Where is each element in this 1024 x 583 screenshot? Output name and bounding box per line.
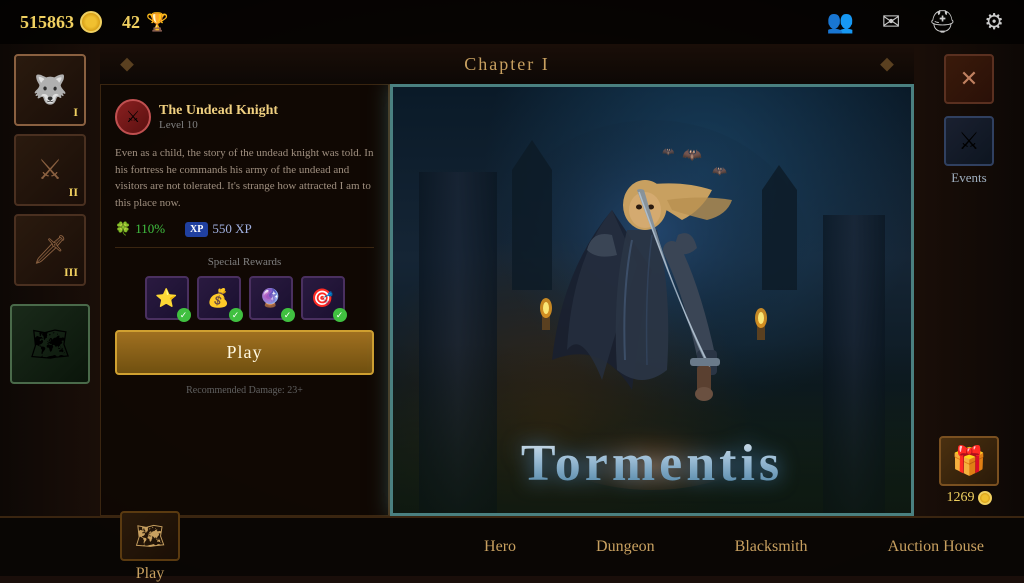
mail-icon[interactable]: ✉ (882, 9, 900, 35)
content-row: ⚔ The Undead Knight Level 10 Even as a c… (100, 84, 914, 516)
rewards-label: Special Rewards (115, 256, 374, 268)
slot-2-icon: ⚔ (37, 153, 62, 187)
reward-3-check: ✓ (281, 308, 295, 322)
play-button[interactable]: Play (115, 330, 374, 375)
main-content: ⬥ Chapter I ⬥ ⚔ The Undead Knight Level … (100, 44, 914, 516)
slot-1-roman: I (73, 105, 78, 120)
svg-text:🦇: 🦇 (662, 147, 675, 158)
sidebar-slot-2[interactable]: ⚔ II (14, 134, 86, 206)
svg-text:🦇: 🦇 (682, 147, 702, 164)
trophy-icon: 🏆 (146, 12, 168, 33)
sidebar-slot-3[interactable]: 🗡 III (14, 214, 86, 286)
ornament-right: ⬥ (880, 53, 894, 76)
slot-1-icon: 🐺 (33, 73, 68, 107)
game-title: Tormentis (393, 434, 911, 493)
trophy-value: 42 (122, 12, 140, 33)
xp-value: 550 XP (212, 221, 251, 237)
quest-icon-badge: ⚔ (115, 99, 151, 135)
luck-value: 110% (135, 221, 165, 237)
close-button[interactable]: ✕ (944, 54, 994, 104)
reward-2-icon: 💰 (207, 288, 229, 309)
nav-item-play[interactable]: 🗺 Play (120, 511, 180, 583)
luck-icon: 🍀 (115, 221, 131, 237)
friends-icon[interactable]: 👥 (826, 9, 853, 35)
reward-item-2: 💰 ✓ (197, 276, 241, 320)
quest-stats: 🍀 110% XP 550 XP (115, 221, 374, 237)
sidebar-slot-1[interactable]: 🐺 I (14, 54, 86, 126)
chest-icon: 🎁 (939, 436, 999, 486)
coin-icon (80, 11, 102, 33)
chapter-header: ⬥ Chapter I ⬥ (100, 44, 914, 84)
coin-display: 515863 (20, 11, 102, 33)
top-bar: 515863 42 🏆 👥 ✉ ⛑ ⚙ (0, 0, 1024, 44)
settings-icon[interactable]: ⚙ (984, 9, 1004, 35)
nav-item-hero[interactable]: Hero (484, 538, 516, 556)
chest-coin-icon (978, 491, 992, 505)
reward-2-check: ✓ (229, 308, 243, 322)
left-sidebar: 🐺 I ⚔ II 🗡 III 🗺 (0, 44, 100, 516)
events-button[interactable]: ⚔ Events (944, 116, 994, 186)
quest-panel: ⚔ The Undead Knight Level 10 Even as a c… (100, 84, 390, 516)
top-bar-right: 👥 ✉ ⛑ ⚙ (826, 9, 1004, 35)
recommended-text: Recommended Damage: 23+ (115, 385, 374, 396)
chest-coins-value: 1269 (947, 490, 975, 506)
nav-item-dungeon[interactable]: Dungeon (596, 538, 655, 556)
ornament-left: ⬥ (120, 53, 134, 76)
quest-icon: ⚔ (126, 107, 140, 127)
chapter-title: Chapter I (464, 54, 549, 75)
rewards-row: ⭐ ✓ 💰 ✓ 🔮 ✓ 🎯 ✓ (115, 276, 374, 320)
nav-item-blacksmith[interactable]: Blacksmith (735, 538, 808, 556)
slot-3-icon: 🗡 (32, 233, 68, 267)
reward-item-1: ⭐ ✓ (145, 276, 189, 320)
events-icon: ⚔ (944, 116, 994, 166)
xp-stat: XP 550 XP (185, 221, 252, 237)
right-sidebar: ✕ ⚔ Events 🎁 1269 (914, 44, 1024, 516)
bottom-nav: 🗺 Play Hero Dungeon Blacksmith Auction H… (0, 516, 1024, 576)
coin-value: 515863 (20, 12, 74, 33)
reward-item-3: 🔮 ✓ (249, 276, 293, 320)
top-bar-left: 515863 42 🏆 (20, 11, 168, 33)
artwork-panel: 🦇 🦇 🦇 Tormentis (390, 84, 914, 516)
nav-play-label: Play (136, 565, 164, 582)
reward-1-check: ✓ (177, 308, 191, 322)
reward-1-icon: ⭐ (155, 288, 177, 309)
events-label: Events (951, 170, 986, 186)
quest-title-area: The Undead Knight Level 10 (159, 103, 278, 131)
rewards-section: Special Rewards ⭐ ✓ 💰 ✓ 🔮 ✓ (115, 247, 374, 320)
reward-3-icon: 🔮 (259, 288, 281, 309)
slot-2-roman: II (69, 185, 78, 200)
xp-badge: XP (185, 222, 208, 237)
helmet-icon[interactable]: ⛑ (928, 9, 956, 35)
close-icon: ✕ (960, 66, 978, 92)
knight-svg: 🦇 🦇 🦇 (482, 110, 822, 490)
map-icon: 🗺 (12, 306, 88, 382)
reward-4-icon: 🎯 (311, 288, 333, 309)
quest-name: The Undead Knight (159, 103, 278, 119)
sidebar-map[interactable]: 🗺 (10, 304, 90, 384)
quest-level: Level 10 (159, 119, 278, 131)
quest-description: Even as a child, the story of the undead… (115, 145, 374, 211)
reward-4-check: ✓ (333, 308, 347, 322)
luck-stat: 🍀 110% (115, 221, 165, 237)
chest-area[interactable]: 🎁 1269 (939, 436, 999, 506)
reward-item-4: 🎯 ✓ (301, 276, 345, 320)
quest-header: ⚔ The Undead Knight Level 10 (115, 99, 374, 135)
trophy-display: 42 🏆 (122, 12, 168, 33)
nav-item-auction[interactable]: Auction House (888, 538, 984, 556)
chest-coins-display: 1269 (947, 490, 992, 506)
slot-3-roman: III (64, 265, 78, 280)
svg-text:🦇: 🦇 (712, 164, 727, 178)
